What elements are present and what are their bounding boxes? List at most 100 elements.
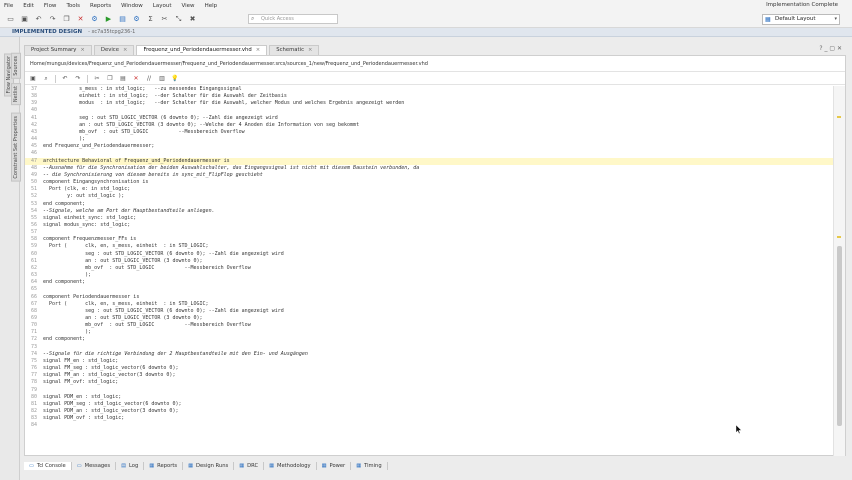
tab-tcl-console[interactable]: ▭ Tcl Console xyxy=(24,461,72,470)
cut-icon[interactable]: ✂ xyxy=(93,75,101,83)
copy-icon[interactable]: ❐ xyxy=(62,15,71,24)
code-line[interactable]: 47 architecture Behavioral of Frequenz_un… xyxy=(25,157,833,165)
save-icon[interactable]: ▣ xyxy=(20,15,29,24)
code-line[interactable]: 53 end component; xyxy=(25,201,833,208)
menu-flow[interactable]: Flow xyxy=(44,3,57,9)
menu-view[interactable]: View xyxy=(182,3,195,9)
tab-vhd-file[interactable]: Frequenz_und_Periodendauermesser.vhd × xyxy=(136,45,268,55)
delete-icon[interactable]: ✕ xyxy=(76,15,85,24)
vertical-scrollbar[interactable] xyxy=(833,86,845,456)
close-icon[interactable]: × xyxy=(123,47,127,53)
tab-log[interactable]: ▤ Log xyxy=(116,461,145,470)
close-icon[interactable]: × xyxy=(80,47,84,53)
code-line[interactable]: 75 signal FM_en : std_logic; xyxy=(25,358,833,365)
tab-drc[interactable]: ▦ DRC xyxy=(234,461,265,470)
settings-icon[interactable]: ⚙ xyxy=(90,15,99,24)
code-line[interactable]: 77 signal FM_an : std_logic_vector(3 down… xyxy=(25,372,833,379)
scrollbar-thumb[interactable] xyxy=(837,246,842,426)
code-line[interactable]: 50 component Eingangsynchronisation is xyxy=(25,179,833,186)
tab-messages[interactable]: ▭ Messages xyxy=(72,461,117,470)
code-line[interactable]: 37 s_mess : in std_logic; --zu messendes… xyxy=(25,86,833,93)
tab-design-runs[interactable]: ▦ Design Runs xyxy=(183,461,235,470)
code-line[interactable]: 60 seg : out STD_LOGIC_VECTOR (6 downto … xyxy=(25,251,833,258)
code-line[interactable]: 57 xyxy=(25,229,833,236)
redo-icon[interactable]: ↷ xyxy=(48,15,57,24)
code-line[interactable]: 66 component Periodendauermesser is xyxy=(25,294,833,301)
code-line[interactable]: 48 --Ausnahme für die Synchronisation der… xyxy=(25,165,833,172)
code-line[interactable]: 78 signal FM_ovf: std_logic; xyxy=(25,379,833,386)
code-line[interactable]: 63 ); xyxy=(25,272,833,279)
code-line[interactable]: 58 component Frequenzmesser_FFs is xyxy=(25,236,833,243)
menu-layout[interactable]: Layout xyxy=(153,3,172,9)
tab-sources[interactable]: Sources xyxy=(11,53,21,79)
save-icon[interactable]: ▣ xyxy=(29,75,37,83)
tab-reports[interactable]: ▦ Reports xyxy=(144,461,184,470)
tab-power[interactable]: ▦ Power xyxy=(317,461,352,470)
tab-netlist[interactable]: Netlist xyxy=(11,83,21,106)
code-line[interactable]: 56 signal modus_sync: std_logic; xyxy=(25,222,833,229)
sigma-icon[interactable]: Σ xyxy=(146,15,155,24)
code-line[interactable]: 62 mb_ovf : out STD_LOGIC --Messbereich … xyxy=(25,265,833,272)
menu-window[interactable]: Window xyxy=(121,3,143,9)
find-icon[interactable]: ⌕ xyxy=(42,75,50,83)
tab-project-summary[interactable]: Project Summary × xyxy=(24,45,92,55)
menu-file[interactable]: File xyxy=(4,3,13,9)
code-line[interactable]: 83 signal PDM_ovf : std_logic; xyxy=(25,415,833,422)
code-line[interactable]: 65 xyxy=(25,286,833,293)
program-icon[interactable]: ⚙ xyxy=(132,15,141,24)
tab-constraint-set-properties[interactable]: Constraint Set Properties xyxy=(11,113,21,182)
code-line[interactable]: 84 xyxy=(25,422,833,429)
code-line[interactable]: 49 -- die Synchronisierung von diesem ber… xyxy=(25,172,833,179)
paste-icon[interactable]: ▤ xyxy=(119,75,127,83)
cut-icon[interactable]: ✂ xyxy=(160,15,169,24)
tab-device[interactable]: Device × xyxy=(93,45,135,55)
code-line[interactable]: 54 --Signale, welche am Port der Hauptbes… xyxy=(25,208,833,215)
undo-icon[interactable]: ↶ xyxy=(61,75,69,83)
code-line[interactable]: 59 Port ( clk, en, s_mess, einheit : in … xyxy=(25,243,833,250)
menu-help[interactable]: Help xyxy=(205,3,218,9)
run-icon[interactable]: ▶ xyxy=(104,15,113,24)
code-line[interactable]: 69 an : out STD_LOGIC_VECTOR (3 downto 0… xyxy=(25,315,833,322)
open-icon[interactable]: ▭ xyxy=(6,15,15,24)
code-line[interactable]: 64 end component; xyxy=(25,279,833,286)
menu-tools[interactable]: Tools xyxy=(66,3,80,9)
code-line[interactable]: 80 signal PDM_en : std_logic; xyxy=(25,394,833,401)
code-line[interactable]: 44 ); xyxy=(25,136,833,143)
code-line[interactable]: 55 signal einheit_sync: std_logic; xyxy=(25,215,833,222)
code-line[interactable]: 38 einheit : in std_logic; --der Schalte… xyxy=(25,93,833,100)
close-icon[interactable]: × xyxy=(308,47,312,53)
code-line[interactable]: 67 Port ( clk, en, s_mess, einheit : in … xyxy=(25,301,833,308)
template-icon[interactable]: 💡 xyxy=(171,75,179,83)
code-line[interactable]: 82 signal PDM_an : std_logic_vector(3 dow… xyxy=(25,408,833,415)
code-line[interactable]: 73 xyxy=(25,344,833,351)
cancel-icon[interactable]: ✖ xyxy=(188,15,197,24)
menu-reports[interactable]: Reports xyxy=(90,3,111,9)
code-line[interactable]: 51 Port (clk, e: in std_logic; xyxy=(25,186,833,193)
code-line[interactable]: 40 xyxy=(25,107,833,114)
code-line[interactable]: 72 end component; xyxy=(25,336,833,343)
bitstream-icon[interactable]: ▤ xyxy=(118,15,127,24)
tab-methodology[interactable]: ▦ Methodology xyxy=(264,461,317,470)
layout-select[interactable]: ▦ Default Layout ▾ xyxy=(762,14,840,25)
comment-icon[interactable]: // xyxy=(145,75,153,83)
close-icon[interactable]: × xyxy=(256,47,260,53)
code-line[interactable]: 61 an : out STD_LOGIC_VECTOR (3 downto 0… xyxy=(25,258,833,265)
code-line[interactable]: 70 mb_ovf : out STD_LOGIC --Messbereich … xyxy=(25,322,833,329)
code-line[interactable]: 41 seg : out STD_LOGIC_VECTOR (6 downto … xyxy=(25,115,833,122)
redo-icon[interactable]: ↷ xyxy=(74,75,82,83)
code-line[interactable]: 68 seg : out STD_LOGIC_VECTOR (6 downto … xyxy=(25,308,833,315)
code-line[interactable]: 71 ); xyxy=(25,329,833,336)
code-line[interactable]: 43 mb_ovf : out STD_LOGIC --Messbereich … xyxy=(25,129,833,136)
delete-icon[interactable]: ✕ xyxy=(132,75,140,83)
code-line[interactable]: 46 xyxy=(25,150,833,157)
code-line[interactable]: 74 --Signale für die richtige Verbindung … xyxy=(25,351,833,358)
copy-icon[interactable]: ❐ xyxy=(106,75,114,83)
code-line[interactable]: 42 an : out STD_LOGIC_VECTOR (3 downto 0… xyxy=(25,122,833,129)
code-line[interactable]: 52 y: out std_logic ); xyxy=(25,193,833,200)
code-line[interactable]: 39 modus : in std_logic; --der Schalter … xyxy=(25,100,833,107)
code-line[interactable]: 81 signal PDM_seg : std_logic_vector(6 do… xyxy=(25,401,833,408)
code-area[interactable]: 37 s_mess : in std_logic; --zu messendes… xyxy=(25,86,833,456)
undo-icon[interactable]: ↶ xyxy=(34,15,43,24)
tab-controls[interactable]: ? _ ▢ ✕ xyxy=(819,45,842,52)
shrink-icon[interactable]: ⤡ xyxy=(174,15,183,24)
